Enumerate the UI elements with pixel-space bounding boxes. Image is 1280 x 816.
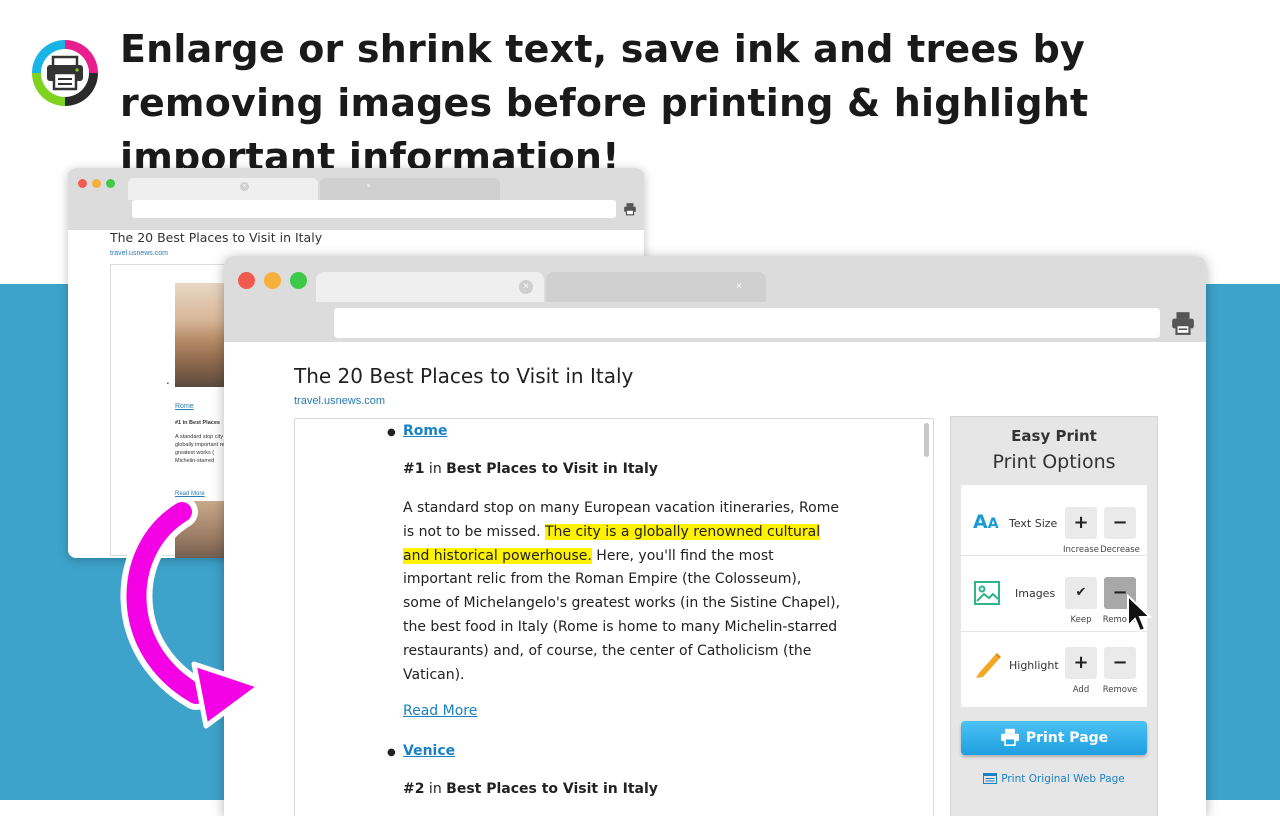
page-url: travel.usnews.com	[110, 250, 168, 257]
page-url[interactable]: travel.usnews.com	[294, 395, 385, 407]
rank-list-name: Best Places to Visit in Italy	[446, 461, 658, 477]
remove-highlight-button[interactable]: −	[1104, 647, 1136, 679]
rank-in: in	[424, 781, 447, 797]
images-label: Images	[1015, 587, 1056, 600]
increase-text-button[interactable]: +	[1065, 507, 1097, 539]
close-tab-icon[interactable]: ×	[519, 280, 533, 294]
close-dot	[78, 179, 87, 188]
printer-icon[interactable]	[1170, 310, 1196, 336]
printer-logo-icon	[32, 40, 98, 106]
text-plain: Here, you'll find the most important rel…	[403, 547, 841, 683]
rank-line: #2 in Best Places to Visit in Italy	[403, 781, 843, 797]
print-page-button[interactable]: Print Page	[961, 721, 1147, 755]
rank-in: in	[424, 461, 447, 477]
close-tab-icon: ×	[364, 182, 373, 191]
panel-title: Print Options	[992, 451, 1116, 473]
options-box: AA Text Size + − Increase Decrease Image…	[961, 485, 1147, 707]
minimize-dot[interactable]	[264, 272, 281, 289]
front-browser-window: × × The 20 Best Places to Visit in Italy…	[224, 256, 1206, 816]
browser-chrome: × ×	[224, 256, 1206, 342]
scrollbar[interactable]	[924, 423, 929, 457]
image-icon	[974, 581, 1000, 605]
bullet: ●	[387, 427, 396, 438]
read-more-link: Read More	[175, 491, 205, 497]
brand-name: Easy Print	[1011, 427, 1097, 445]
item-description: A standard stop on many European vacatio…	[403, 497, 843, 687]
add-highlight-button[interactable]: +	[1065, 647, 1097, 679]
maximize-dot	[106, 179, 115, 188]
highlight-label: Highlight	[1009, 659, 1059, 672]
printer-icon	[1000, 728, 1019, 746]
rank-number: #2	[403, 781, 425, 797]
keep-images-button[interactable]: ✔	[1065, 577, 1097, 609]
bullet: •	[167, 381, 169, 387]
bullet: ●	[387, 747, 396, 758]
close-dot[interactable]	[238, 272, 255, 289]
print-page-label: Print Page	[1025, 730, 1109, 746]
close-tab-icon: ×	[240, 182, 249, 191]
page-title: The 20 Best Places to Visit in Italy	[110, 230, 323, 245]
decrease-text-button[interactable]: −	[1104, 507, 1136, 539]
browser-chrome: × ×	[68, 168, 644, 230]
browser-tab[interactable]	[316, 272, 544, 302]
curved-arrow-icon	[120, 498, 263, 729]
browser-tab	[128, 178, 318, 200]
print-original-label: Print Original Web Page	[1001, 773, 1125, 785]
images-row: Images ✔ − Keep Remove	[961, 561, 1147, 632]
text-size-label: Text Size	[1009, 517, 1058, 530]
rank-line: #1 in Best Places to Visit in Italy	[403, 461, 843, 477]
rome-link: Rome	[175, 403, 194, 410]
browser-tab	[320, 178, 500, 200]
address-bar	[132, 200, 616, 218]
rank-number: #1	[403, 461, 425, 477]
decrease-caption: Decrease	[1100, 545, 1140, 555]
close-tab-icon[interactable]: ×	[732, 280, 746, 294]
remove-caption: Remove	[1102, 685, 1138, 695]
page-title: The 20 Best Places to Visit in Italy	[294, 364, 634, 388]
rome-link[interactable]: Rome	[403, 423, 447, 439]
webpage-icon	[983, 773, 998, 784]
headline: Enlarge or shrink text, save ink and tre…	[120, 27, 1089, 179]
rome-photo	[175, 283, 227, 387]
venice-link[interactable]: Venice	[403, 743, 455, 759]
highlight-row: Highlight + − Add Remove	[961, 635, 1147, 705]
rank-list-name: Best Places to Visit in Italy	[446, 781, 658, 797]
article-content: ● Rome #1 in Best Places to Visit in Ita…	[294, 418, 934, 816]
printer-icon	[624, 203, 636, 216]
print-original-link[interactable]: Print Original Web Page	[951, 773, 1157, 785]
pencil-icon	[976, 653, 1001, 678]
minimize-dot	[92, 179, 101, 188]
address-bar[interactable]	[334, 308, 1160, 338]
text-size-row: AA Text Size + − Increase Decrease	[961, 485, 1147, 556]
text-size-icon: AA	[973, 511, 999, 533]
maximize-dot[interactable]	[290, 272, 307, 289]
mouse-cursor-icon	[1127, 594, 1153, 633]
read-more-link[interactable]: Read More	[403, 703, 477, 719]
